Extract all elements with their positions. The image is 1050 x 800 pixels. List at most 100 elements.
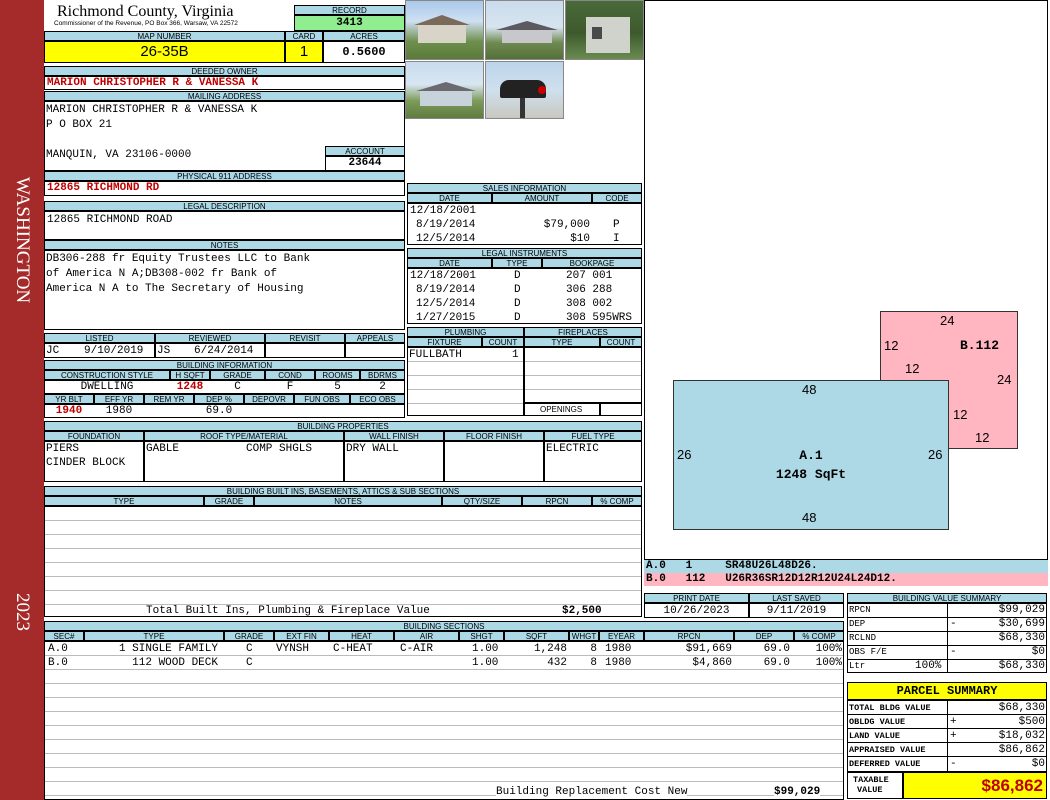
sidebar	[0, 0, 44, 800]
mailing-address-label: MAILING ADDRESS	[44, 91, 405, 101]
deferred-value: $0	[1031, 758, 1045, 770]
print-date: 10/26/2023	[644, 603, 749, 618]
listed-date: 9/10/2019	[84, 345, 144, 357]
taxable-value: $86,862	[903, 772, 1047, 799]
deeded-owner: MARION CHRISTOPHER R & VANESSA K	[44, 76, 405, 90]
building-sections-label: BUILDING SECTIONS	[44, 621, 844, 631]
plumbing-count: 1	[512, 349, 519, 361]
replacement-cost-label: Building Replacement Cost New	[496, 785, 688, 799]
legal-instruments-label: LEGAL INSTRUMENTS	[407, 248, 642, 258]
card-label: CARD	[285, 31, 323, 41]
wall-finish: DRY WALL	[346, 443, 399, 455]
year-built: 1940	[55, 405, 83, 417]
building-condition: F	[286, 381, 294, 393]
acres-value: 0.5600	[323, 41, 405, 63]
plumbing-label: PLUMBING	[407, 327, 524, 337]
map-number: 26-35B	[44, 41, 285, 63]
listed-label: LISTED	[44, 333, 155, 343]
county-title: Richmond County, Virginia	[57, 3, 234, 20]
heated-sqft: 1248	[176, 381, 204, 393]
rclnd-value: $68,330	[998, 632, 1045, 644]
sales-info-label: SALES INFORMATION	[407, 183, 642, 193]
sale-code: I	[613, 233, 620, 245]
map-number-label: MAP NUMBER	[44, 31, 285, 41]
land-value: $18,032	[998, 730, 1045, 742]
effective-year: 1980	[105, 405, 133, 417]
roof-material: COMP SHGLS	[246, 443, 313, 455]
notes-line-3: America N A to The Secretary of Housing	[46, 283, 304, 295]
house-photo-1	[405, 0, 484, 60]
notes-line-2: of America N A;DB308-002 fr Bank of	[46, 268, 278, 280]
section-row: A.0	[48, 643, 68, 655]
plumbing-fixture: FULLBATH	[409, 349, 462, 361]
sketch-vector-b: B.0 112 U26R36SR12D12R12U24L24D12.	[644, 573, 1048, 586]
sale-amount: $10	[570, 233, 590, 245]
parcel-summary-title: PARCEL SUMMARY	[847, 682, 1047, 700]
foundation-2: CINDER BLOCK	[46, 457, 126, 469]
obldg-value: $500	[1018, 716, 1045, 728]
account-label: ACCOUNT	[325, 146, 405, 156]
district-label: WASHINGTON	[12, 176, 33, 304]
deeded-owner-label: DEEDED OWNER	[44, 66, 405, 76]
house-photo-4	[405, 61, 484, 119]
section-row: B.0	[48, 657, 68, 669]
acres-label: ACRES	[323, 31, 405, 41]
built-ins-label: BUILDING BUILT INS, BASEMENTS, ATTICS & …	[44, 486, 642, 496]
mailing-line-2: P O BOX 21	[46, 119, 113, 131]
sale-date: 8/19/2014	[416, 219, 476, 231]
building-info-label: BUILDING INFORMATION	[44, 360, 405, 370]
openings-label: OPENINGS	[540, 405, 583, 414]
listed-by: JC	[46, 345, 60, 357]
fireplaces-label: FIREPLACES	[524, 327, 642, 337]
last-saved-date: 9/11/2019	[749, 603, 844, 618]
appeals-label: APPEALS	[345, 333, 405, 343]
house-photo-3	[565, 0, 644, 60]
dep-value: $30,699	[998, 618, 1045, 630]
replacement-cost: $99,029	[774, 785, 821, 799]
commissioner-address: Commissioner of the Revenue, PO Box 366,…	[54, 20, 238, 27]
mailing-line-3: MANQUIN, VA 23106-0000	[46, 149, 192, 161]
depreciation-pct: 69.0	[205, 405, 233, 417]
built-ins-total-label: Total Built Ins, Plumbing & Fireplace Va…	[146, 605, 430, 617]
revisit-label: REVISIT	[265, 333, 345, 343]
year-label: 2023	[12, 593, 33, 631]
sale-code: P	[613, 219, 620, 231]
built-ins-rows	[44, 506, 642, 617]
record-label: RECORD	[294, 5, 405, 15]
total-bldg-value: $68,330	[998, 702, 1045, 714]
sale-amount: $79,000	[543, 219, 590, 231]
sketch-b-label: B.112	[960, 338, 1000, 353]
reviewed-date: 6/24/2014	[194, 345, 254, 357]
built-ins-total: $2,500	[562, 605, 602, 617]
rooms-count: 5	[334, 381, 341, 393]
bedrooms-count: 2	[379, 381, 386, 393]
card-number: 1	[285, 41, 323, 63]
obs-value: $0	[1031, 646, 1045, 658]
legal-description-label: LEGAL DESCRIPTION	[44, 201, 405, 211]
construction-style: DWELLING	[80, 381, 134, 393]
notes-line-1: DB306-288 fr Equity Trustees LLC to Bank	[46, 253, 311, 265]
legal-description: 12865 RICHMOND ROAD	[44, 211, 405, 240]
sale-date: 12/5/2014	[416, 233, 476, 245]
value-summary-label: BUILDING VALUE SUMMARY	[847, 593, 1047, 603]
roof-type: GABLE	[146, 443, 180, 455]
physical-address: 12865 RICHMOND RD	[44, 181, 405, 196]
sketch-a-label: A.1	[799, 448, 823, 463]
building-grade: C	[234, 381, 241, 393]
house-photo-2	[485, 0, 564, 60]
ltr-value: $68,330	[998, 660, 1045, 672]
physical-address-label: PHYSICAL 911 ADDRESS	[44, 171, 405, 181]
reviewed-label: REVIEWED	[155, 333, 265, 343]
sketch-a-area: 1248 SqFt	[775, 467, 847, 482]
rpcn-value: $99,029	[998, 604, 1045, 616]
notes-label: NOTES	[44, 240, 405, 250]
sketch-vector-a: A.0 1 SR48U26L48D26.	[644, 560, 1048, 573]
reviewed-by: JS	[157, 345, 171, 357]
fuel-type: ELECTRIC	[546, 443, 599, 455]
sale-date: 12/18/2001	[410, 205, 477, 217]
mailing-line-1: MARION CHRISTOPHER R & VANESSA K	[46, 104, 258, 116]
account-number: 23644	[325, 156, 405, 171]
mailbox-photo	[485, 61, 564, 119]
building-properties-label: BUILDING PROPERTIES	[44, 421, 642, 431]
appraised-value: $86,862	[998, 744, 1045, 756]
